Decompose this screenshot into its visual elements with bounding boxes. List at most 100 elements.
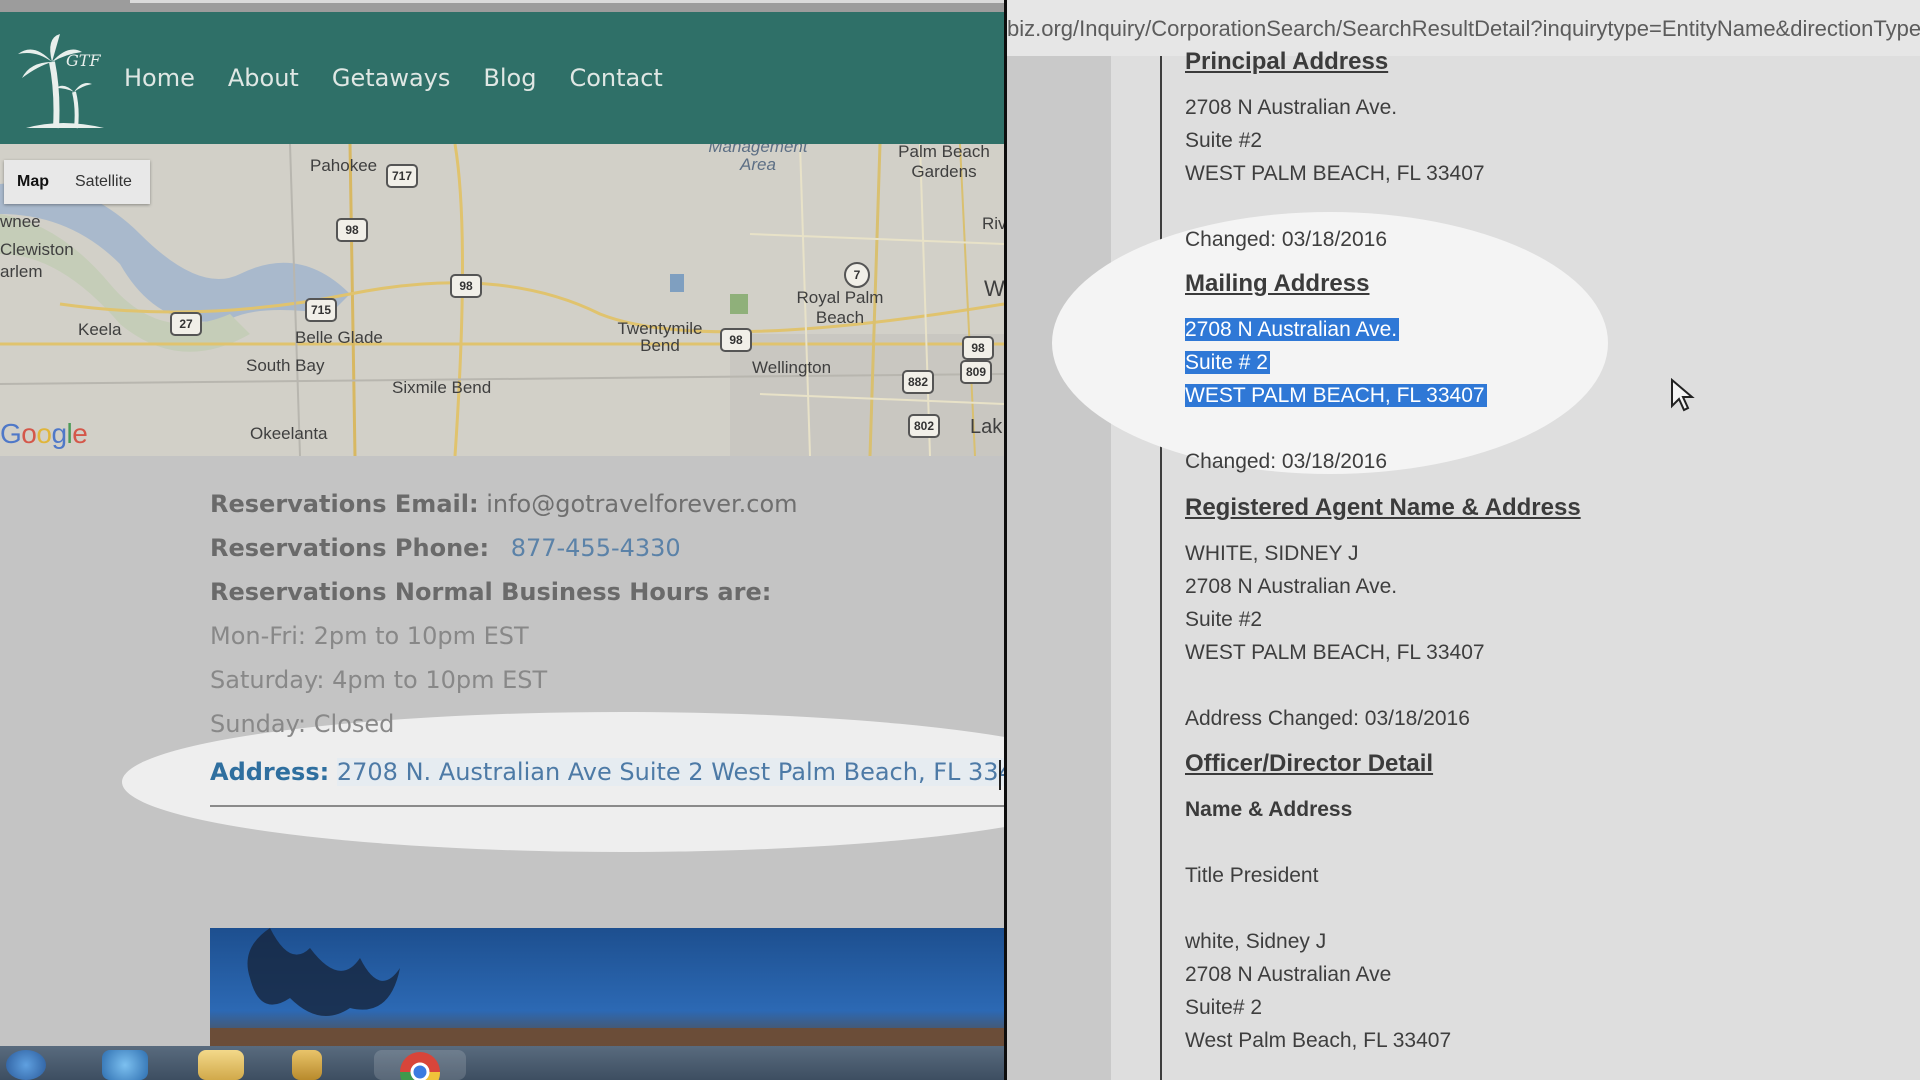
map-label: wnee xyxy=(0,212,41,231)
officer-line: West Palm Beach, FL 33407 xyxy=(1185,1029,1452,1052)
map-label: arlem xyxy=(0,262,43,281)
address-value[interactable]: 2708 N. Australian Ave Suite 2 West Palm… xyxy=(336,758,1004,786)
nav-home[interactable]: Home xyxy=(124,64,195,92)
google-logo[interactable]: Google xyxy=(0,418,88,450)
record-pane: biz.org/Inquiry/CorporationSearch/Search… xyxy=(1007,0,1920,1080)
route-shield: 98 xyxy=(962,336,994,360)
nav-contact[interactable]: Contact xyxy=(569,64,662,92)
windows-taskbar xyxy=(0,1046,1004,1080)
internet-explorer-icon[interactable] xyxy=(102,1050,148,1080)
phone-row: Reservations Phone: 877-455-4330 xyxy=(210,534,681,562)
officer-heading: Officer/Director Detail xyxy=(1185,750,1434,777)
google-letter: e xyxy=(72,418,88,449)
map-type-toggle: Map Satellite xyxy=(4,160,150,204)
hours-sunday: Sunday: Closed xyxy=(210,710,395,738)
map-label: Twentymile Bend xyxy=(617,319,703,355)
tab-line xyxy=(130,0,1004,3)
agent-line: WHITE, SIDNEY J xyxy=(1185,542,1359,565)
map-label: Wellington xyxy=(752,358,832,377)
tree-silhouette xyxy=(210,928,1004,1046)
agent-changed: Address Changed: 03/18/2016 xyxy=(1185,707,1470,730)
officer-line: Suite# 2 xyxy=(1185,996,1263,1019)
agent-line: 2708 N Australian Ave. xyxy=(1185,575,1398,598)
google-letter: o xyxy=(21,418,37,449)
main-nav: Home About Getaways Blog Contact xyxy=(124,12,696,144)
mailing-changed: Changed: 03/18/2016 xyxy=(1185,450,1388,473)
google-letter: o xyxy=(36,418,52,449)
route-shield: 7 xyxy=(844,262,870,288)
map-label: Palm Beach Gardens xyxy=(898,144,990,181)
nav-getaways[interactable]: Getaways xyxy=(332,64,451,92)
officer-line: 2708 N Australian Ave xyxy=(1185,963,1392,986)
mailing-line[interactable]: 2708 N Australian Ave. xyxy=(1185,318,1400,342)
mailing-line-text[interactable]: WEST PALM BEACH, FL 33407 xyxy=(1185,384,1487,407)
lock-icon[interactable] xyxy=(292,1050,322,1080)
email-row: Reservations Email: info@gotravelforever… xyxy=(210,490,798,518)
address-divider xyxy=(210,805,1004,807)
page-margin xyxy=(1007,56,1111,1080)
hours-weekday: Mon-Fri: 2pm to 10pm EST xyxy=(210,622,529,650)
map-label: Royal Palm Beach xyxy=(796,288,884,327)
route-shield: 27 xyxy=(170,312,202,336)
phone-link[interactable]: 877-455-4330 xyxy=(511,534,681,562)
mouse-pointer-icon xyxy=(1670,377,1696,412)
principal-line: 2708 N Australian Ave. xyxy=(1185,96,1398,119)
phone-label: Reservations Phone: xyxy=(210,534,490,562)
email-label: Reservations Email: xyxy=(210,490,479,518)
url-text[interactable]: biz.org/Inquiry/CorporationSearch/Search… xyxy=(1007,16,1920,42)
nav-blog[interactable]: Blog xyxy=(483,64,536,92)
mailing-line[interactable]: WEST PALM BEACH, FL 33407 xyxy=(1185,384,1487,408)
map-label: Lak xyxy=(970,416,1003,438)
document-body xyxy=(1111,56,1920,1080)
windows-start-icon[interactable] xyxy=(6,1050,46,1080)
mailing-line-text[interactable]: 2708 N Australian Ave. xyxy=(1185,318,1400,341)
mailing-line[interactable]: Suite # 2 xyxy=(1185,351,1270,375)
officer-subheading: Name & Address xyxy=(1185,798,1353,821)
split-divider xyxy=(1004,0,1007,1080)
map-label: W xyxy=(984,276,1004,301)
map-label: Pahokee xyxy=(310,156,378,175)
google-letter: G xyxy=(0,418,22,449)
address-label: Address: xyxy=(210,758,330,786)
hours-saturday: Saturday: 4pm to 10pm EST xyxy=(210,666,548,694)
mailing-line-text[interactable]: Suite # 2 xyxy=(1185,351,1270,374)
logo-text: GTF xyxy=(66,51,101,70)
map-label: Keela xyxy=(78,320,122,339)
route-shield: 802 xyxy=(908,414,940,438)
browser-tab-strip xyxy=(0,0,1004,12)
principal-address-heading: Principal Address xyxy=(1185,48,1389,75)
google-letter: g xyxy=(51,418,67,449)
website-pane: GTF Home About Getaways Blog Contact Map… xyxy=(0,0,1004,1080)
registered-agent-heading: Registered Agent Name & Address xyxy=(1185,494,1581,521)
email-value[interactable]: info@gotravelforever.com xyxy=(486,490,797,518)
palm-tree-logo-icon[interactable]: GTF xyxy=(16,32,108,132)
route-shield: 717 xyxy=(386,164,418,188)
file-explorer-icon[interactable] xyxy=(198,1050,244,1080)
map-label: Clewiston xyxy=(0,240,74,259)
hours-label: Reservations Normal Business Hours are: xyxy=(210,578,772,606)
route-shield: 98 xyxy=(336,218,368,242)
map-label: Okeelanta xyxy=(250,424,328,443)
hero-photo xyxy=(210,928,1004,1046)
address-bar[interactable]: biz.org/Inquiry/CorporationSearch/Search… xyxy=(1007,0,1920,57)
google-map[interactable]: Map Satellite Pahokee Management Area Pa… xyxy=(0,144,1004,456)
principal-line: Suite #2 xyxy=(1185,129,1263,152)
officer-line: white, Sidney J xyxy=(1185,930,1327,953)
map-label: Riv xyxy=(982,214,1004,233)
nav-about[interactable]: About xyxy=(228,64,299,92)
site-header: GTF Home About Getaways Blog Contact xyxy=(0,12,1004,144)
principal-changed: Changed: 03/18/2016 xyxy=(1185,228,1388,251)
route-shield: 98 xyxy=(720,328,752,352)
route-shield: 98 xyxy=(450,274,482,298)
address-row: Address: 2708 N. Australian Ave Suite 2 … xyxy=(210,758,1004,786)
agent-line: WEST PALM BEACH, FL 33407 xyxy=(1185,641,1485,664)
route-shield: 809 xyxy=(960,360,992,384)
document-border xyxy=(1160,56,1162,1080)
map-label: South Bay xyxy=(246,356,325,375)
map-type-satellite[interactable]: Satellite xyxy=(62,173,145,191)
map-label: Sixmile Bend xyxy=(392,378,492,397)
chrome-icon[interactable] xyxy=(374,1050,466,1080)
officer-title: Title President xyxy=(1185,864,1319,887)
map-type-map[interactable]: Map xyxy=(4,173,62,191)
route-shield: 715 xyxy=(305,298,337,322)
